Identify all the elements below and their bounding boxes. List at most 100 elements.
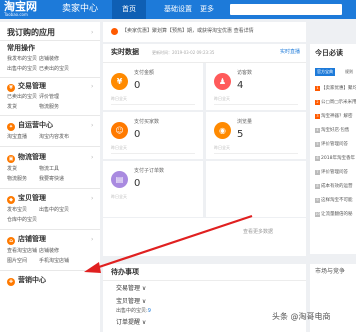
chevron-right-icon[interactable]: › xyxy=(91,83,93,91)
metric-card-buyers[interactable]: ☺ 支付买家数 0 昨日全天 xyxy=(103,112,203,159)
chevron-right-icon[interactable]: › xyxy=(91,236,93,244)
tab-official[interactable]: 官方宝典 xyxy=(315,68,335,76)
sidebar-item-my-published[interactable]: 我发布的宝贝 xyxy=(7,56,37,63)
sidebar-item-logistics-service2[interactable]: 物流服务 xyxy=(7,176,27,183)
nav-more[interactable]: 更多 xyxy=(194,0,220,19)
sidebar-group-shop[interactable]: ⌂ 店铺管理 xyxy=(7,235,46,245)
realtime-title: 实时数据 xyxy=(111,48,139,56)
sidebar-item-live[interactable]: 淘宝直播 xyxy=(7,134,27,141)
metric-card-payment[interactable]: ¥ 支付金额 0 昨日全天 xyxy=(103,63,203,110)
metric-label: 访客数 xyxy=(237,70,253,76)
news-item[interactable]: 7 评价管理问答 xyxy=(315,170,348,176)
more-data-link[interactable]: 查看更多数据 xyxy=(223,228,293,236)
search-input[interactable] xyxy=(230,4,342,15)
news-title: 评价管理问答 xyxy=(321,170,348,175)
metric-card-visitors[interactable]: ♟ 访客数 4 昨日全天 xyxy=(206,63,306,110)
logo-sub-text: Taobao.com xyxy=(4,12,28,17)
news-title: 淘宝好店·包售 xyxy=(321,128,350,133)
chevron-right-icon[interactable]: › xyxy=(91,29,93,37)
sidebar-group-logistics[interactable]: ▣ 物流管理 xyxy=(7,153,46,163)
todo-section-goods[interactable]: 宝贝管理 ∨ xyxy=(116,298,146,306)
order-icon: ▤ xyxy=(111,171,128,188)
sidebar-item-view-shop[interactable]: 查看淘宝店铺 xyxy=(7,248,37,255)
sidebar-group-label: 宝贝管理 xyxy=(18,194,46,202)
notice-text[interactable]: 【卖家优惠】聚划算【预热】期，或获得淘宝优惠 查看详情 xyxy=(122,28,254,35)
divider xyxy=(0,229,100,230)
sidebar-item-onsale2[interactable]: 出售中的宝贝 xyxy=(39,207,69,214)
news-item[interactable]: 2 公□周□示米米用 xyxy=(315,100,356,106)
sidebar-item-express[interactable]: 我要寄快递 xyxy=(39,176,64,183)
sidebar-item-onsale[interactable]: 出售中的宝贝 xyxy=(7,66,37,73)
sidebar-item-warehouse[interactable]: 仓库中的宝贝 xyxy=(7,217,37,224)
news-item[interactable]: 10让流量翻倍的秘 xyxy=(315,212,353,218)
metric-card-empty xyxy=(206,161,306,217)
news-title: 让流量翻倍的秘 xyxy=(321,212,353,217)
sidebar-item-shop-decorate[interactable]: 店铺装修 xyxy=(39,248,59,255)
news-item[interactable]: 1【卖家优惠】聚均式 xyxy=(315,86,356,92)
shop-icon: ⌂ xyxy=(7,237,15,245)
chevron-right-icon[interactable]: › xyxy=(91,154,93,162)
sidebar-item-mobile-shop[interactable]: 手机淘宝店铺 xyxy=(39,258,69,265)
taobao-logo[interactable]: 淘宝网 Taobao.com xyxy=(4,1,64,18)
sidebar-item-logistics-service[interactable]: 物流服务 xyxy=(39,104,59,111)
realtime-live-link[interactable]: 实时直播 xyxy=(280,49,300,56)
sidebar-group-ops[interactable]: ✦ 自运营中心 xyxy=(7,121,53,131)
news-item[interactable]: 3 淘宝神器？解密 xyxy=(315,114,353,120)
nav-basic-settings[interactable]: 基础设置 xyxy=(158,0,198,19)
chevron-right-icon[interactable]: › xyxy=(91,122,93,130)
chevron-right-icon[interactable]: › xyxy=(91,195,93,203)
sidebar-item-content[interactable]: 淘宝内容发布 xyxy=(39,134,69,141)
sidebar-item-logistics-tools[interactable]: 物流工具 xyxy=(39,166,59,173)
sidebar-group-label: 交易管理 xyxy=(18,82,46,90)
realtime-header: 实时数据 更新时间：2019-03-02 09:23:35 实时直播 xyxy=(103,44,306,63)
metric-value: 0 xyxy=(134,129,141,140)
goods-icon: ◆ xyxy=(7,196,15,204)
sidebar: 我订购的应用 › 常用操作 我发布的宝贝 店铺装修 出售中的宝贝 已卖出的宝贝 … xyxy=(0,22,100,332)
news-rank: 10 xyxy=(315,212,320,217)
news-title: 淘宝神器？解密 xyxy=(321,114,353,119)
metric-label: 支付金额 xyxy=(134,70,155,76)
news-title: 公□周□示米米用 xyxy=(321,100,356,105)
news-item[interactable]: 9 这样淘宝不可能 xyxy=(315,198,353,204)
sidebar-group-label: 常用操作 xyxy=(7,44,35,52)
today-must-read: 今日必读 官方宝典 规则 1【卖家优惠】聚均式 2公□周□示米米用 3淘宝神器？解密… xyxy=(310,44,356,254)
sidebar-item-image-space[interactable]: 图片空间 xyxy=(7,258,27,265)
sidebar-my-apps[interactable]: 我订购的应用 xyxy=(7,28,55,38)
divider xyxy=(0,146,100,147)
divider xyxy=(0,115,100,116)
nav-home[interactable]: 首页 xyxy=(112,0,146,19)
buyer-icon: ☺ xyxy=(111,122,128,139)
todo-item-onsale[interactable]: 出售中的宝贝:9 xyxy=(116,308,151,315)
sidebar-item-decorate[interactable]: 店铺装修 xyxy=(39,56,59,63)
divider xyxy=(0,270,100,271)
metric-compare: 昨日全天 xyxy=(111,145,127,150)
news-item[interactable]: 4 淘宝好店·包售 xyxy=(315,128,349,134)
todo-section-trade[interactable]: 交易管理 ∨ xyxy=(116,285,146,293)
news-item[interactable]: 6 2018年淘宝香年 xyxy=(315,156,355,162)
divider xyxy=(0,77,100,78)
sidebar-group-goods[interactable]: ◆ 宝贝管理 xyxy=(7,194,46,204)
top-bar: 淘宝网 Taobao.com 卖家中心 首页 基础设置 更多 xyxy=(0,0,356,19)
news-item[interactable]: 8 成本有效的运营 xyxy=(315,184,353,190)
sidebar-item-sold-goods[interactable]: 已卖出的宝贝 xyxy=(7,94,37,101)
sidebar-item-publish[interactable]: 发布宝贝 xyxy=(7,207,27,214)
sidebar-group-marketing[interactable]: ✚ 营销中心 xyxy=(7,276,46,286)
news-rank: 8 xyxy=(315,184,320,189)
sidebar-item-ship2[interactable]: 发货 xyxy=(7,166,17,173)
todo-section-orders[interactable]: 订单提醒 ∨ xyxy=(116,319,146,327)
sidebar-item-sold[interactable]: 已卖出的宝贝 xyxy=(39,66,69,73)
sidebar-item-ship[interactable]: 发货 xyxy=(7,104,17,111)
sidebar-group-trade[interactable]: ¥ 交易管理 xyxy=(7,82,46,92)
metric-card-pageviews[interactable]: ◉ 浏览量 5 昨日全天 xyxy=(206,112,306,159)
tab-rules[interactable]: 规则 xyxy=(343,68,355,76)
news-item[interactable]: 5 评价管理问答 xyxy=(315,142,348,148)
metric-card-suborders[interactable]: ▤ 支付子订单数 0 昨日全天 xyxy=(103,161,203,217)
divider xyxy=(0,188,100,189)
metric-compare: 昨日全天 xyxy=(214,145,230,150)
news-title: 2018年淘宝香年 xyxy=(321,156,355,161)
news-rank: 3 xyxy=(315,114,320,119)
sidebar-item-reviews[interactable]: 评价管理 xyxy=(39,94,59,101)
metric-label: 浏览量 xyxy=(237,119,253,125)
market-title: 市场与竞争 xyxy=(315,268,346,275)
metric-compare: 昨日全天 xyxy=(111,194,127,199)
